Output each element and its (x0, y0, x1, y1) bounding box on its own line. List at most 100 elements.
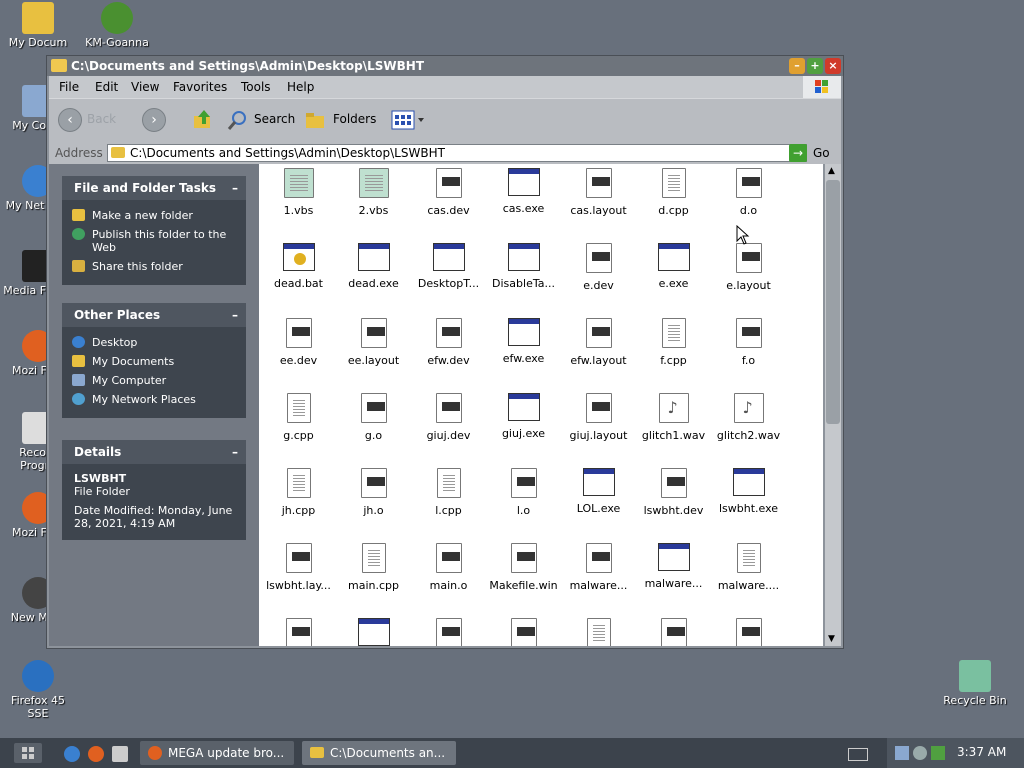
place-my-computer[interactable]: My Computer (70, 374, 238, 387)
task-publish-folder[interactable]: Publish this folder to the Web (70, 228, 238, 254)
file-item[interactable]: DesktopT... (411, 243, 486, 290)
file-item[interactable]: malware... (636, 543, 711, 590)
folders-button[interactable]: Folders (333, 112, 376, 126)
collapse-icon[interactable]: – (232, 303, 238, 327)
menu-file[interactable]: File (59, 80, 79, 94)
file-item[interactable] (336, 618, 411, 646)
task-share-folder[interactable]: Share this folder (70, 260, 238, 273)
minimize-button[interactable]: – (789, 58, 805, 74)
file-item[interactable]: LOL.exe (561, 468, 636, 515)
desktop-icon-firefox-45-sse[interactable]: Firefox 45 SSE (0, 660, 76, 720)
menu-help[interactable]: Help (287, 80, 314, 94)
file-item[interactable]: malware... (561, 543, 636, 592)
file-item[interactable]: giuj.dev (411, 393, 486, 442)
file-item[interactable]: dead.exe (336, 243, 411, 290)
scroll-thumb[interactable] (826, 180, 840, 424)
panel-header[interactable]: Other Places – (62, 303, 246, 327)
place-my-documents[interactable]: My Documents (70, 355, 238, 368)
file-item[interactable]: cas.dev (411, 168, 486, 217)
taskbar-item-explorer[interactable]: C:\Documents an... (302, 741, 456, 765)
collapse-icon[interactable]: – (232, 176, 238, 200)
collapse-icon[interactable]: – (232, 440, 238, 464)
place-desktop[interactable]: Desktop (70, 336, 238, 349)
file-item[interactable] (711, 618, 786, 646)
search-button[interactable]: Search (254, 112, 295, 126)
security-icon[interactable] (931, 746, 945, 760)
file-item[interactable]: ee.dev (261, 318, 336, 367)
place-my-network[interactable]: My Network Places (70, 393, 238, 406)
file-item[interactable] (261, 618, 336, 646)
clock[interactable]: 3:37 AM (957, 745, 1006, 759)
file-item[interactable]: ♪ glitch1.wav (636, 393, 711, 442)
quicklaunch-media-icon[interactable] (112, 746, 128, 762)
menu-edit[interactable]: Edit (95, 80, 118, 94)
quicklaunch-firefox-icon[interactable] (88, 746, 104, 762)
desktop-icon-recycle-bin[interactable]: Recycle Bin (937, 660, 1013, 707)
file-item[interactable]: ee.layout (336, 318, 411, 367)
vertical-scrollbar[interactable]: ▲ ▼ (825, 164, 841, 646)
file-item[interactable]: Makefile.win (486, 543, 561, 592)
file-item[interactable]: jh.o (336, 468, 411, 517)
file-item[interactable]: giuj.layout (561, 393, 636, 442)
file-item[interactable]: cas.exe (486, 168, 561, 215)
file-item[interactable]: g.o (336, 393, 411, 442)
file-item[interactable]: e.exe (636, 243, 711, 290)
file-item[interactable]: l.cpp (411, 468, 486, 517)
file-item[interactable]: jh.cpp (261, 468, 336, 517)
file-item[interactable] (636, 618, 711, 646)
menu-favorites[interactable]: Favorites (173, 80, 227, 94)
task-make-new-folder[interactable]: Make a new folder (70, 209, 238, 222)
desktop-icon-km-goanna[interactable]: KM-Goanna (79, 2, 155, 49)
maximize-button[interactable]: + (807, 58, 823, 74)
file-item[interactable]: e.dev (561, 243, 636, 292)
quicklaunch-ie-icon[interactable] (64, 746, 80, 762)
volume-icon[interactable] (913, 746, 927, 760)
menu-tools[interactable]: Tools (241, 80, 271, 94)
file-item[interactable]: d.cpp (636, 168, 711, 217)
go-arrow-icon[interactable]: → (789, 144, 807, 162)
keyboard-icon[interactable] (848, 748, 868, 761)
file-item[interactable]: f.o (711, 318, 786, 367)
file-item[interactable]: ♪ glitch2.wav (711, 393, 786, 442)
file-item[interactable]: efw.dev (411, 318, 486, 367)
file-item[interactable]: efw.exe (486, 318, 561, 365)
panel-header[interactable]: File and Folder Tasks – (62, 176, 246, 200)
file-item[interactable]: DisableTa... (486, 243, 561, 290)
panel-header[interactable]: Details – (62, 440, 246, 464)
address-input[interactable]: C:\Documents and Settings\Admin\Desktop\… (107, 144, 807, 162)
file-item[interactable]: cas.layout (561, 168, 636, 217)
go-button[interactable]: Go (813, 146, 830, 160)
file-item[interactable]: lswbht.exe (711, 468, 786, 515)
file-item[interactable] (486, 618, 561, 646)
folders-icon[interactable] (305, 111, 325, 129)
file-item[interactable]: lswbht.dev (636, 468, 711, 517)
file-item[interactable]: 2.vbs (336, 168, 411, 217)
file-item[interactable] (561, 618, 636, 646)
file-item[interactable]: efw.layout (561, 318, 636, 367)
search-icon[interactable] (227, 109, 249, 131)
file-item[interactable]: g.cpp (261, 393, 336, 442)
file-item[interactable]: lswbht.lay... (261, 543, 336, 592)
scroll-down-icon[interactable]: ▼ (828, 634, 835, 644)
title-bar[interactable]: C:\Documents and Settings\Admin\Desktop\… (47, 56, 843, 76)
file-item[interactable]: giuj.exe (486, 393, 561, 440)
file-item[interactable]: malware.... (711, 543, 786, 592)
close-button[interactable]: × (825, 58, 841, 74)
start-button[interactable] (14, 743, 42, 763)
file-item[interactable]: 1.vbs (261, 168, 336, 217)
up-folder-icon[interactable] (192, 108, 214, 130)
forward-button[interactable]: › (142, 108, 166, 132)
network-icon[interactable] (895, 746, 909, 760)
desktop-icon-my-documents[interactable]: My Docum (0, 2, 76, 49)
file-item[interactable] (411, 618, 486, 646)
file-item[interactable]: f.cpp (636, 318, 711, 367)
menu-view[interactable]: View (131, 80, 159, 94)
file-item[interactable]: d.o (711, 168, 786, 217)
views-button[interactable] (391, 110, 425, 130)
file-item[interactable]: l.o (486, 468, 561, 517)
scroll-up-icon[interactable]: ▲ (828, 166, 835, 176)
file-item[interactable]: main.cpp (336, 543, 411, 592)
taskbar-item-mega[interactable]: MEGA update bro... (140, 741, 294, 765)
file-item[interactable]: dead.bat (261, 243, 336, 290)
back-button[interactable]: ‹ (58, 108, 82, 132)
